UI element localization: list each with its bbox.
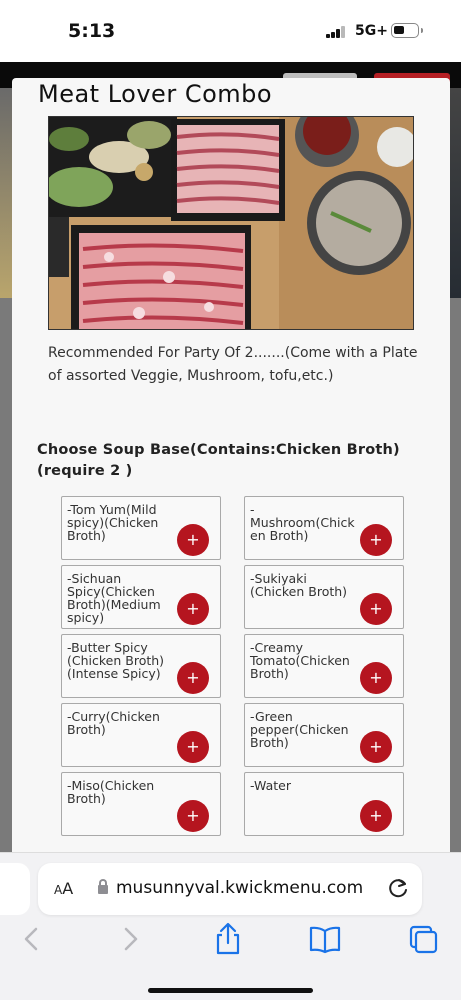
signal-icon	[326, 26, 346, 38]
add-option-button[interactable]: +	[177, 524, 209, 556]
status-bar: 5:13 5G+	[0, 0, 461, 62]
option-card[interactable]: -Water +	[244, 772, 404, 836]
item-description: Recommended For Party Of 2.......(Come w…	[48, 345, 418, 384]
option-card[interactable]: -Sichuan Spicy(Chicken Broth)(Medium spi…	[61, 565, 221, 629]
tabs-icon[interactable]	[403, 919, 443, 959]
option-label: -Sichuan Spicy(Chicken Broth)(Medium spi…	[67, 571, 161, 625]
option-card[interactable]: -Green pepper(Chicken Broth) +	[244, 703, 404, 767]
network-label: 5G+	[355, 23, 388, 39]
battery-icon	[391, 23, 423, 38]
add-option-button[interactable]: +	[177, 731, 209, 763]
option-label: -Sukiyaki (Chicken Broth)	[250, 571, 348, 599]
add-option-button[interactable]: +	[360, 800, 392, 832]
add-option-button[interactable]: +	[360, 731, 392, 763]
lock-icon	[98, 879, 108, 894]
reader-options-button[interactable]: AA	[54, 879, 73, 898]
aa-small-label: A	[54, 883, 63, 897]
back-icon[interactable]	[12, 919, 52, 959]
option-label: -Butter Spicy (Chicken Broth)(Intense Sp…	[67, 640, 165, 681]
option-card[interactable]: -Miso(Chicken Broth) +	[61, 772, 221, 836]
add-option-button[interactable]: +	[360, 593, 392, 625]
soup-base-heading: Choose Soup Base(Contains:Chicken Broth)…	[37, 442, 400, 479]
item-title: Meat Lover Combo	[38, 80, 273, 108]
option-card[interactable]: -Butter Spicy (Chicken Broth)(Intense Sp…	[61, 634, 221, 698]
browser-toolbar: AA musunnyval.kwickmenu.com	[0, 852, 461, 1000]
option-label: -Green pepper(Chicken Broth)	[250, 709, 349, 750]
reload-icon[interactable]	[386, 875, 410, 905]
forward-icon[interactable]	[110, 919, 150, 959]
url-text[interactable]: musunnyval.kwickmenu.com	[116, 878, 363, 898]
previous-tab-preview[interactable]	[0, 863, 30, 915]
add-option-button[interactable]: +	[177, 662, 209, 694]
option-label: -Miso(Chicken Broth)	[67, 778, 155, 806]
add-option-button[interactable]: +	[177, 800, 209, 832]
option-label: -Mushroom(Chicken Broth)	[250, 502, 355, 543]
aa-large-label: A	[62, 879, 74, 898]
option-card[interactable]: -Mushroom(Chicken Broth) +	[244, 496, 404, 560]
add-option-button[interactable]: +	[177, 593, 209, 625]
option-label: -Tom Yum(Mild spicy)(Chicken Broth)	[67, 502, 159, 543]
add-option-button[interactable]: +	[360, 524, 392, 556]
option-card[interactable]: -Sukiyaki (Chicken Broth) +	[244, 565, 404, 629]
item-modal: Meat Lover Combo Recommended For Party O…	[12, 78, 450, 853]
option-label: -Water	[250, 778, 291, 793]
share-icon[interactable]	[208, 919, 248, 959]
dish-photo	[48, 116, 414, 330]
option-card[interactable]: -Curry(Chicken Broth) +	[61, 703, 221, 767]
option-label: -Curry(Chicken Broth)	[67, 709, 160, 737]
add-option-button[interactable]: +	[360, 662, 392, 694]
status-time: 5:13	[68, 20, 116, 42]
bookmarks-icon[interactable]	[305, 919, 345, 959]
option-card[interactable]: -Creamy Tomato(Chicken Broth) +	[244, 634, 404, 698]
option-label: -Creamy Tomato(Chicken Broth)	[250, 640, 350, 681]
home-indicator	[148, 988, 313, 993]
address-bar[interactable]: AA musunnyval.kwickmenu.com	[38, 863, 422, 915]
option-card[interactable]: -Tom Yum(Mild spicy)(Chicken Broth) +	[61, 496, 221, 560]
